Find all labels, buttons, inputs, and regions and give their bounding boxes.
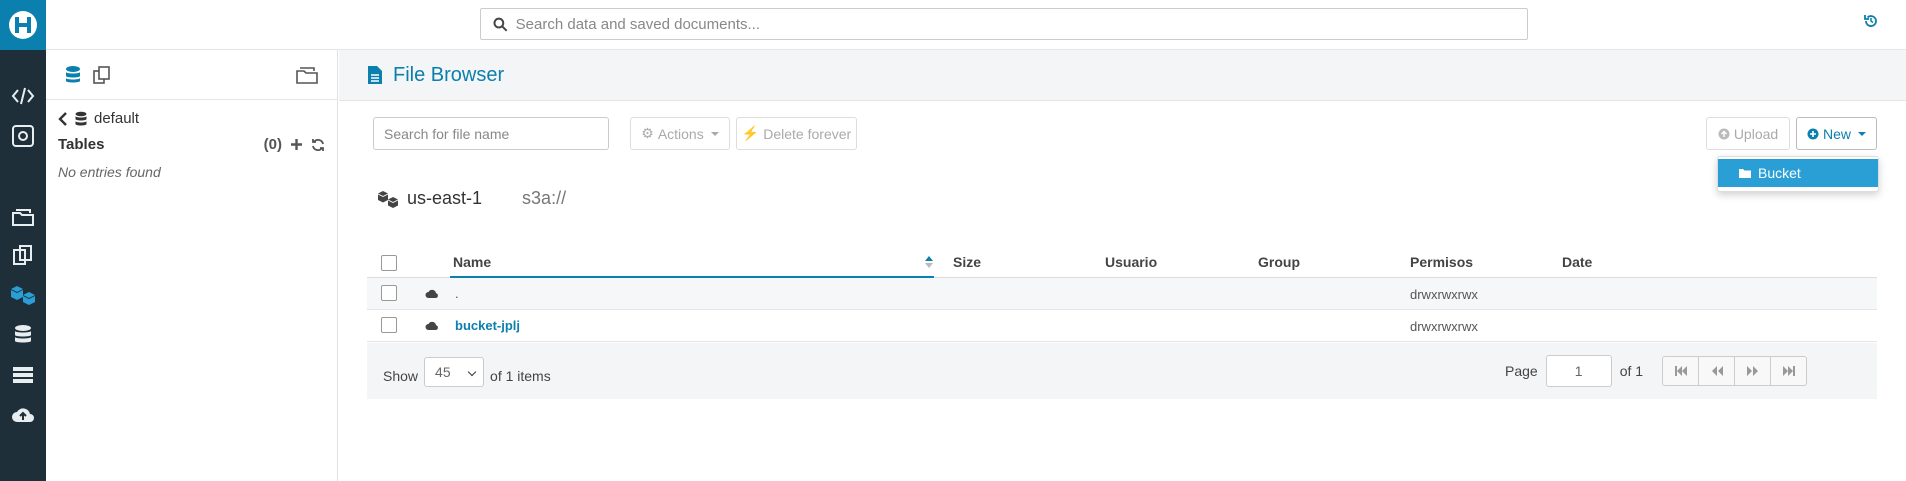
next-page-button[interactable]	[1734, 356, 1772, 386]
actions-label: Actions	[657, 125, 704, 142]
tables-count: (0)	[263, 136, 282, 153]
page-size-select[interactable]: 45	[424, 357, 485, 387]
delete-forever-button[interactable]: ⚡ Delete forever	[736, 117, 857, 150]
database-breadcrumb[interactable]: default	[58, 110, 139, 127]
last-page-button[interactable]	[1770, 356, 1808, 386]
caret-down-icon	[1858, 131, 1866, 136]
table-row[interactable]: . drwxrwxrwx	[367, 278, 1877, 310]
plus-icon[interactable]	[290, 138, 303, 151]
assist-files-icon[interactable]	[296, 65, 318, 89]
previous-page-button[interactable]	[1698, 356, 1736, 386]
app-rail	[0, 0, 46, 481]
select-all-checkbox[interactable]	[381, 255, 397, 271]
path-label[interactable]: s3a://	[522, 188, 566, 209]
assist-panel: default Tables (0) No entries found	[46, 50, 338, 481]
row-checkbox[interactable]	[381, 317, 397, 333]
page-input[interactable]: 1	[1545, 355, 1612, 387]
chevron-left-icon[interactable]	[58, 111, 68, 126]
tables-label: Tables	[58, 136, 105, 153]
cubes-icon	[378, 190, 398, 208]
backward-icon	[1711, 366, 1723, 376]
region-label[interactable]: us-east-1	[407, 188, 482, 209]
caret-down-icon	[710, 131, 719, 136]
hue-logo[interactable]	[0, 0, 46, 50]
forward-icon	[1746, 366, 1758, 376]
jobs-icon[interactable]	[0, 358, 46, 392]
delete-forever-label: Delete forever	[763, 125, 852, 142]
cloud-icon	[425, 321, 438, 330]
dashboard-icon[interactable]	[0, 119, 46, 153]
sort-asc-icon[interactable]	[924, 255, 934, 269]
row-checkbox[interactable]	[381, 285, 397, 301]
folder-icon	[1739, 169, 1751, 178]
first-page-button[interactable]	[1662, 356, 1700, 386]
cloud-icon	[425, 289, 438, 298]
file-doc-icon	[368, 66, 382, 84]
menu-item-bucket[interactable]: Bucket	[1718, 159, 1878, 187]
items-count-label: of 1 items	[490, 368, 551, 384]
assist-database-icon[interactable]	[64, 65, 82, 89]
row-permissions: drwxrwxrwx	[1410, 319, 1478, 334]
column-permissions[interactable]: Permisos	[1410, 254, 1473, 270]
column-name[interactable]: Name	[453, 254, 491, 270]
gear-icon: ⚙	[641, 125, 654, 141]
page-size-value: 45	[435, 364, 451, 380]
global-search-input[interactable]	[515, 15, 1527, 33]
bolt-icon: ⚡	[741, 125, 760, 141]
pagination: Page 1 of 1	[1505, 355, 1808, 387]
plus-circle-icon	[1807, 128, 1819, 139]
top-bar	[46, 0, 1906, 50]
file-search-input[interactable]	[373, 117, 609, 150]
new-button[interactable]: New	[1796, 117, 1877, 150]
last-page-icon	[1782, 366, 1795, 376]
refresh-icon[interactable]	[311, 138, 325, 152]
assist-documents-icon[interactable]	[92, 65, 112, 89]
page-input-value: 1	[1574, 363, 1583, 379]
new-label: New	[1822, 125, 1851, 142]
first-page-icon	[1674, 366, 1687, 376]
table-row[interactable]: bucket-jplj drwxrwxrwx	[367, 310, 1877, 342]
files-icon[interactable]	[0, 200, 46, 234]
column-size[interactable]: Size	[953, 254, 981, 270]
column-group[interactable]: Group	[1258, 254, 1300, 270]
menu-item-bucket-label: Bucket	[1758, 165, 1801, 181]
page-title: File Browser	[393, 63, 505, 86]
tables-header: Tables (0)	[58, 136, 325, 153]
new-dropdown-menu: Bucket	[1717, 156, 1879, 192]
column-user[interactable]: Usuario	[1105, 254, 1157, 270]
show-label: Show	[383, 368, 419, 384]
database-icon[interactable]	[0, 318, 46, 352]
row-name[interactable]: .	[455, 286, 459, 301]
upload-button[interactable]: Upload	[1706, 117, 1790, 150]
row-permissions: drwxrwxrwx	[1410, 287, 1478, 302]
table-footer: Show 45 of 1 items Page 1 of 1	[367, 343, 1877, 399]
pager-buttons	[1662, 356, 1808, 386]
documents-icon[interactable]	[0, 238, 46, 272]
page-of-label: of 1	[1619, 363, 1644, 379]
page-label: Page	[1505, 363, 1538, 379]
editor-icon[interactable]	[0, 79, 46, 113]
assist-header	[46, 50, 337, 100]
no-entries-text: No entries found	[58, 164, 161, 180]
search-icon	[493, 17, 508, 32]
main-content: File Browser ⚙ Actions ⚡ Delete forever …	[339, 50, 1906, 481]
page-header: File Browser	[339, 50, 1906, 101]
actions-button[interactable]: ⚙ Actions	[630, 117, 730, 150]
s3-icon[interactable]	[0, 278, 46, 312]
row-name-link[interactable]: bucket-jplj	[455, 318, 520, 333]
database-name: default	[94, 110, 140, 127]
cloud-upload-icon[interactable]	[0, 398, 46, 432]
history-icon[interactable]	[1864, 14, 1878, 32]
column-date[interactable]: Date	[1562, 254, 1592, 270]
page-size-control: Show 45 of 1 items	[383, 357, 551, 387]
table-header: Name Size Usuario Group Permisos Date	[367, 246, 1877, 278]
file-table: Name Size Usuario Group Permisos Date . …	[367, 246, 1877, 342]
upload-label: Upload	[1733, 125, 1779, 142]
global-search[interactable]	[480, 8, 1528, 40]
breadcrumb: us-east-1 s3a://	[377, 188, 566, 209]
upload-circle-icon	[1718, 128, 1730, 139]
database-small-icon	[75, 111, 87, 125]
